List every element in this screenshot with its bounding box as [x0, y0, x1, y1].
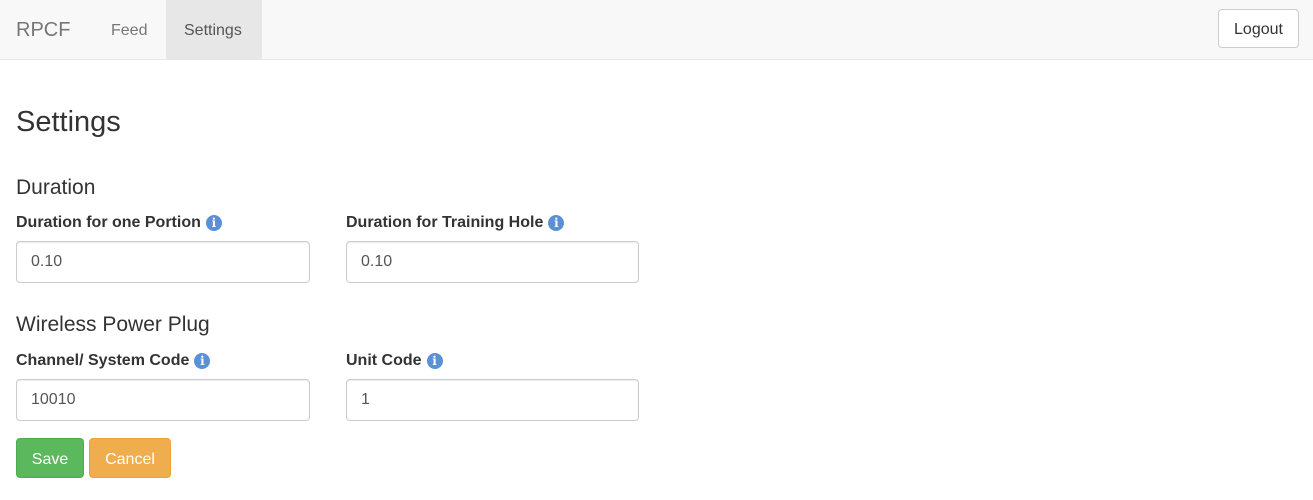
- section-title-wireless-power-plug: Wireless Power Plug: [16, 313, 210, 336]
- system-code-input[interactable]: [16, 379, 310, 421]
- portion-duration-input[interactable]: [16, 241, 310, 283]
- cancel-button[interactable]: Cancel: [89, 438, 171, 478]
- section-title-duration: Duration: [16, 176, 96, 199]
- info-icon[interactable]: i: [426, 353, 443, 369]
- info-icon[interactable]: i: [205, 215, 222, 231]
- top-navbar: RPCF Feed Settings Logout: [0, 0, 1313, 60]
- unit-code-label-text: Unit Code: [346, 352, 422, 369]
- training-hole-duration-input[interactable]: [346, 241, 639, 283]
- portion-duration-label: Duration for one Portion i: [16, 214, 222, 232]
- info-icon[interactable]: i: [548, 215, 565, 231]
- save-button[interactable]: Save: [16, 438, 84, 478]
- training-hole-duration-label-text: Duration for Training Hole: [346, 214, 544, 231]
- info-icon[interactable]: i: [194, 353, 211, 369]
- training-hole-duration-label: Duration for Training Hole i: [346, 214, 565, 232]
- nav-item-settings[interactable]: Settings: [166, 0, 262, 59]
- page-title: Settings: [16, 106, 121, 138]
- logout-button[interactable]: Logout: [1218, 9, 1299, 48]
- unit-code-input[interactable]: [346, 379, 639, 421]
- brand-logo[interactable]: RPCF: [16, 0, 70, 60]
- portion-duration-label-text: Duration for one Portion: [16, 214, 201, 231]
- system-code-label-text: Channel/ System Code: [16, 352, 190, 369]
- nav-item-feed[interactable]: Feed: [93, 0, 165, 59]
- system-code-label: Channel/ System Code i: [16, 352, 211, 370]
- unit-code-label: Unit Code i: [346, 352, 443, 370]
